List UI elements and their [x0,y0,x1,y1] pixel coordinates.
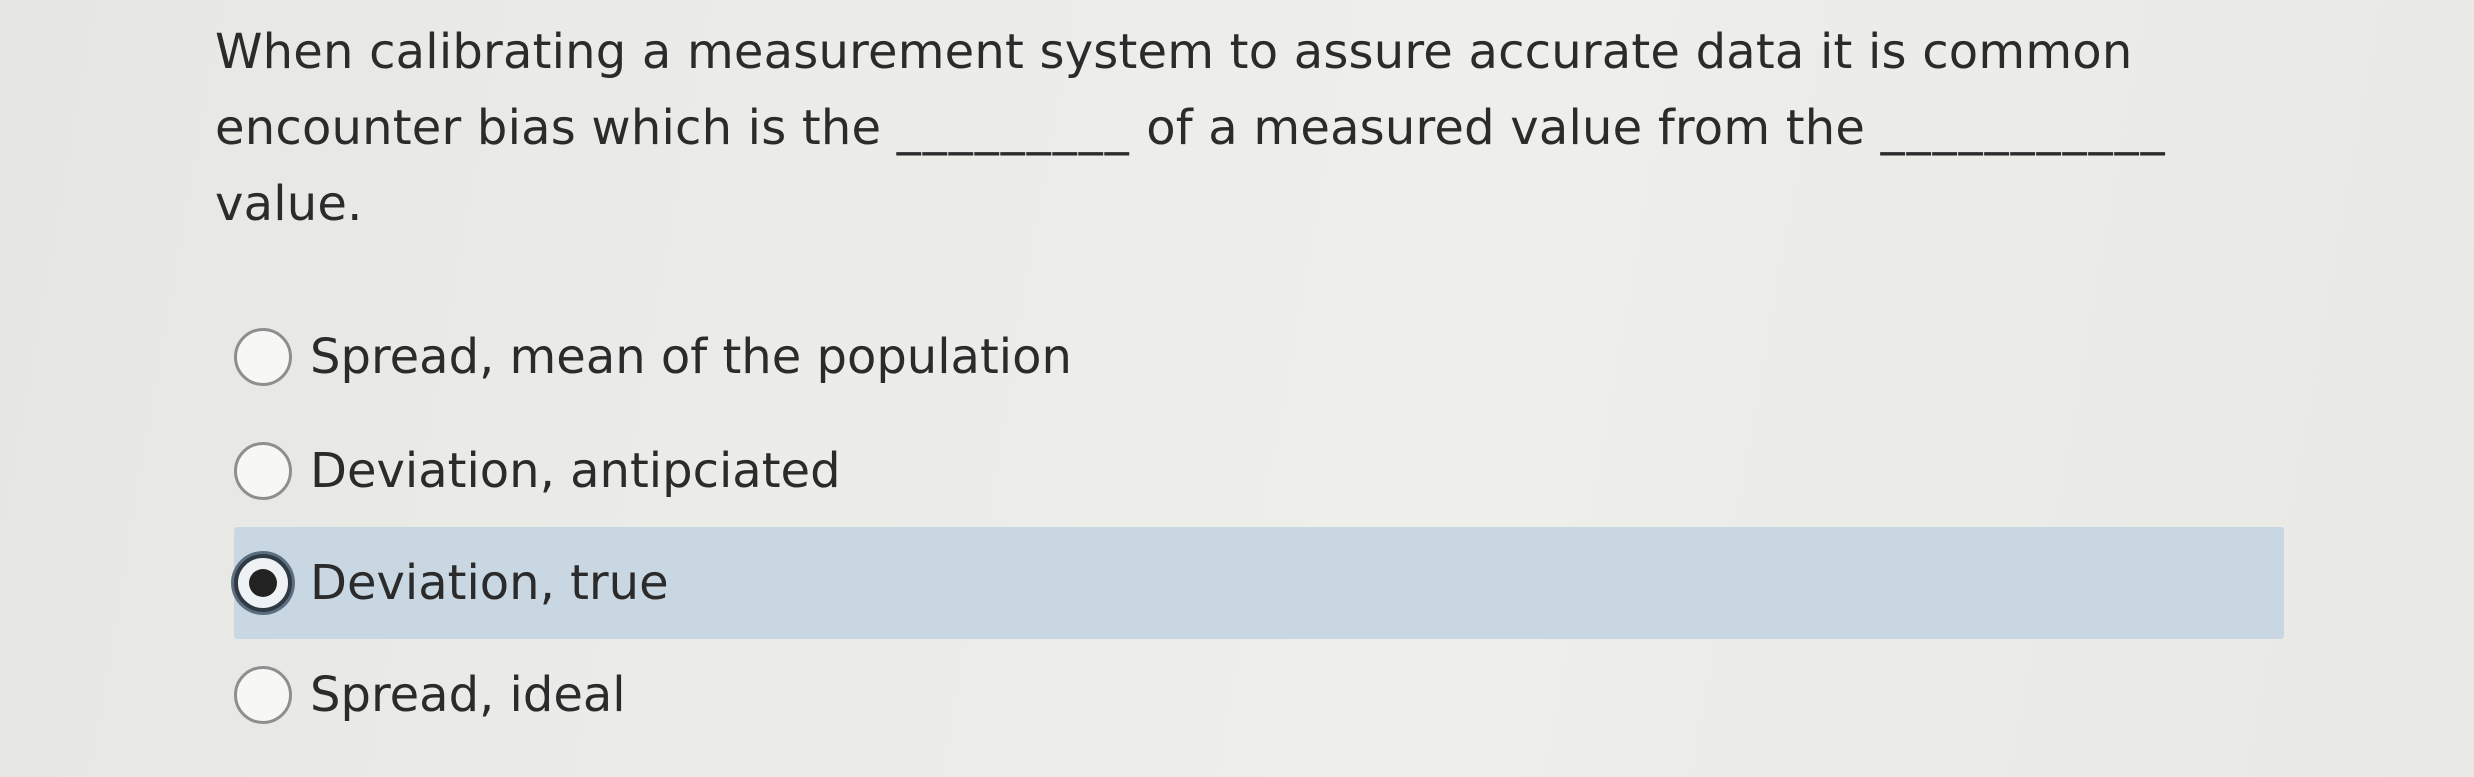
option-deviation-true[interactable]: Deviation, true [234,530,669,636]
radio-button-icon[interactable] [234,328,292,386]
radio-button-icon[interactable] [234,442,292,500]
question-line-3: value. [215,176,363,232]
radio-button-selected-icon[interactable] [234,554,292,612]
question-line-2-part-2: of a measured value from the [1146,100,1866,156]
option-deviation-antipciated[interactable]: Deviation, antipciated [234,418,841,524]
question-line-2: encounter bias which is the _________ of… [215,90,2215,166]
question-line-2-part-1: encounter bias which is the [215,100,882,156]
blank-2: ___________ [1880,100,2167,156]
option-label[interactable]: Deviation, antipciated [310,443,841,499]
question-text: When calibrating a measurement system to… [215,14,2215,242]
option-spread-mean-of-population[interactable]: Spread, mean of the population [234,304,1072,410]
radio-dot-icon [249,569,277,597]
option-label[interactable]: Deviation, true [310,555,669,611]
blank-1: _________ [896,100,1131,156]
option-label[interactable]: Spread, mean of the population [310,329,1072,385]
radio-button-icon[interactable] [234,666,292,724]
option-spread-ideal[interactable]: Spread, ideal [234,642,626,748]
question-line-1: When calibrating a measurement system to… [215,24,2133,80]
option-label[interactable]: Spread, ideal [310,667,626,723]
